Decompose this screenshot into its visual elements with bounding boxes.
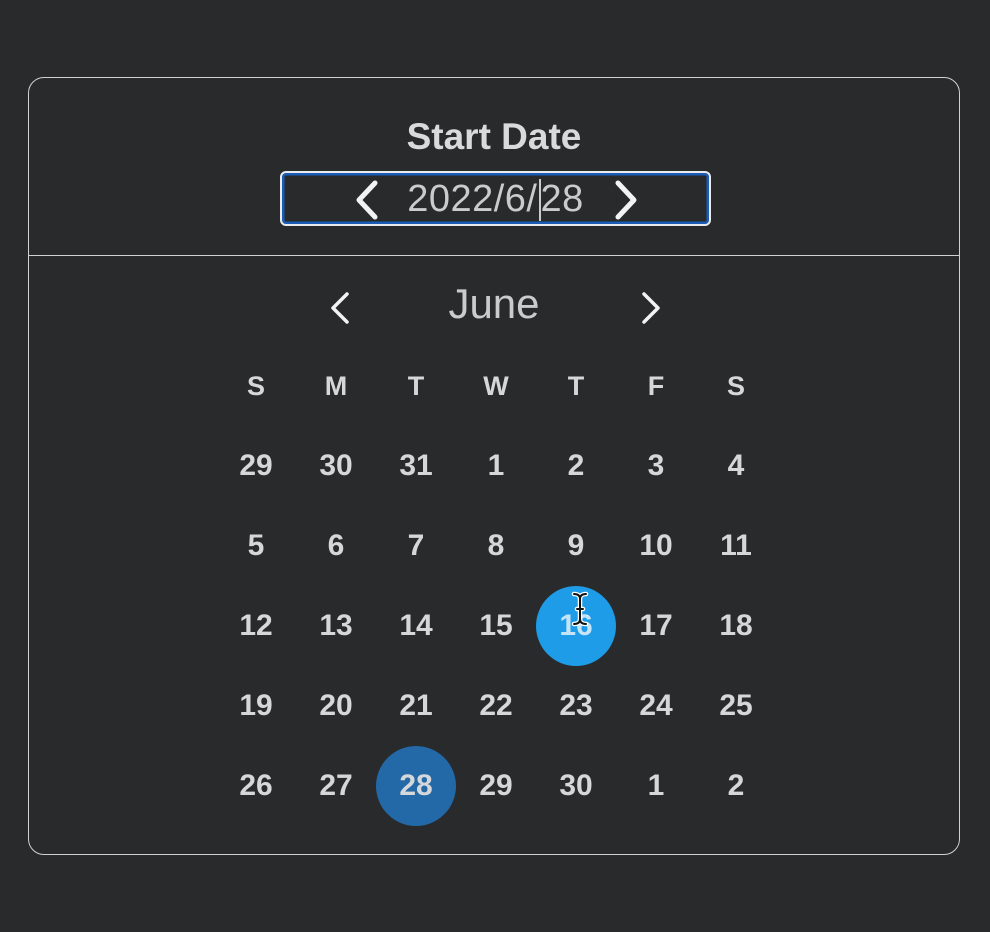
calendar-day[interactable]: 15 [456, 586, 536, 666]
calendar-day[interactable]: 5 [216, 506, 296, 586]
calendar-day[interactable]: 30 [536, 746, 616, 826]
calendar-day[interactable]: 19 [216, 666, 296, 746]
calendar-day[interactable]: 21 [376, 666, 456, 746]
weekday-label: T [407, 370, 425, 401]
calendar-day[interactable]: 29 [216, 426, 296, 506]
calendar-day[interactable]: 2 [536, 426, 616, 506]
calendar-day[interactable]: 29 [456, 746, 536, 826]
date-input[interactable]: 2022/6/28 [280, 171, 711, 226]
calendar-day[interactable]: 20 [296, 666, 376, 746]
weekday-label: F [647, 370, 665, 401]
date-value-start: 2022/6/ [407, 178, 538, 220]
next-month-button[interactable] [636, 288, 666, 328]
calendar-week-row: 12 13 14 15 16 17 18 [216, 586, 776, 666]
weekday-label: M [324, 370, 348, 401]
calendar-day-hovered[interactable]: 16 [536, 586, 616, 666]
calendar-day[interactable]: 25 [696, 666, 776, 746]
calendar-week-row: 5 6 7 8 9 10 11 [216, 506, 776, 586]
calendar-day[interactable]: 9 [536, 506, 616, 586]
calendar-day[interactable]: 3 [616, 426, 696, 506]
calendar-day[interactable]: 13 [296, 586, 376, 666]
calendar-day[interactable]: 27 [296, 746, 376, 826]
calendar-week-row: 26 27 28 29 30 1 2 [216, 746, 776, 826]
calendar-grid: S M T W T F S 29 30 31 1 2 3 4 5 6 7 8 9… [216, 346, 776, 826]
weekday-label: T [567, 370, 585, 401]
calendar-day[interactable]: 23 [536, 666, 616, 746]
calendar-day[interactable]: 12 [216, 586, 296, 666]
date-picker-header: Start Date 2022/6/28 [29, 78, 959, 256]
calendar-day[interactable]: 1 [456, 426, 536, 506]
calendar-day[interactable]: 17 [616, 586, 696, 666]
calendar-day[interactable]: 26 [216, 746, 296, 826]
calendar-day[interactable]: 22 [456, 666, 536, 746]
calendar-day[interactable]: 4 [696, 426, 776, 506]
calendar-day[interactable]: 11 [696, 506, 776, 586]
page-title: Start Date [406, 116, 582, 157]
calendar-day[interactable]: 14 [376, 586, 456, 666]
calendar-day[interactable]: 24 [616, 666, 696, 746]
date-value-end: 28 [540, 178, 584, 220]
calendar-day[interactable]: 6 [296, 506, 376, 586]
calendar-day[interactable]: 31 [376, 426, 456, 506]
weekday-label: S [726, 370, 745, 401]
calendar-week-row: 19 20 21 22 23 24 25 [216, 666, 776, 746]
calendar-day-selected[interactable]: 28 [376, 746, 456, 826]
weekday-label: S [246, 370, 265, 401]
next-day-button[interactable] [609, 180, 643, 220]
calendar-day[interactable]: 7 [376, 506, 456, 586]
calendar-day[interactable]: 2 [696, 746, 776, 826]
previous-day-button[interactable] [350, 180, 384, 220]
month-navigation: June [29, 280, 959, 330]
calendar-day[interactable]: 10 [616, 506, 696, 586]
date-value[interactable]: 2022/6/28 [407, 178, 584, 221]
calendar-day[interactable]: 1 [616, 746, 696, 826]
previous-month-button[interactable] [325, 288, 355, 328]
weekday-label: W [483, 370, 509, 401]
chevron-left-icon [331, 292, 349, 324]
calendar-day[interactable]: 8 [456, 506, 536, 586]
calendar-week-row: 29 30 31 1 2 3 4 [216, 426, 776, 506]
month-label: June [448, 280, 540, 327]
calendar-day[interactable]: 30 [296, 426, 376, 506]
chevron-right-icon [615, 180, 637, 220]
chevron-right-icon [642, 292, 660, 324]
weekday-header-row: S M T W T F S [216, 346, 776, 426]
chevron-left-icon [356, 180, 378, 220]
date-picker-panel: Start Date 2022/6/28 June S M T W T F S … [28, 77, 960, 855]
calendar-day[interactable]: 18 [696, 586, 776, 666]
